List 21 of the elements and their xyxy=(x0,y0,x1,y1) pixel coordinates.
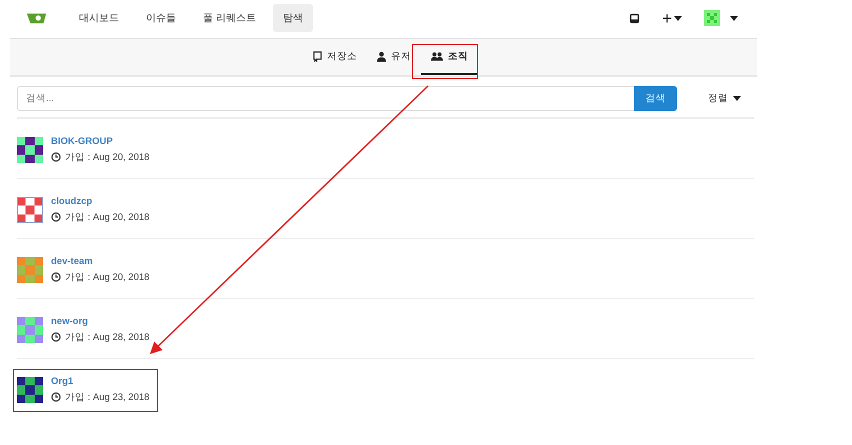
nav-item[interactable]: 탐색 xyxy=(272,4,313,32)
joined-date: 가입 : Aug 20, 2018 xyxy=(65,270,150,284)
explore-tab[interactable]: 유저 xyxy=(367,39,421,75)
nav-item[interactable]: 대시보드 xyxy=(69,4,129,32)
new-menu[interactable]: + xyxy=(662,10,672,26)
org-name-link[interactable]: Org1 xyxy=(51,376,150,386)
nav-item[interactable]: 이슈들 xyxy=(136,4,186,32)
org-name-link[interactable]: cloudzcp xyxy=(51,196,150,206)
org-name-link[interactable]: BIOK-GROUP xyxy=(51,136,150,146)
explore-tab[interactable]: 조직 xyxy=(421,39,478,75)
explore-tab[interactable]: 저장소 xyxy=(303,39,367,75)
joined-date: 가입 : Aug 28, 2018 xyxy=(65,330,150,344)
nav-item[interactable]: 풀 리퀘스트 xyxy=(193,4,266,32)
joined-date: 가입 : Aug 20, 2018 xyxy=(65,150,150,164)
joined-date: 가입 : Aug 23, 2018 xyxy=(65,390,150,404)
sort-dropdown[interactable]: 정렬 xyxy=(702,91,747,106)
search-field[interactable]: 검색... xyxy=(17,86,634,111)
org-name-link[interactable]: new-org xyxy=(51,316,150,326)
org-name-link[interactable]: dev-team xyxy=(51,256,150,266)
search-button[interactable]: 검색 xyxy=(634,86,677,111)
joined-date: 가입 : Aug 20, 2018 xyxy=(65,210,150,224)
